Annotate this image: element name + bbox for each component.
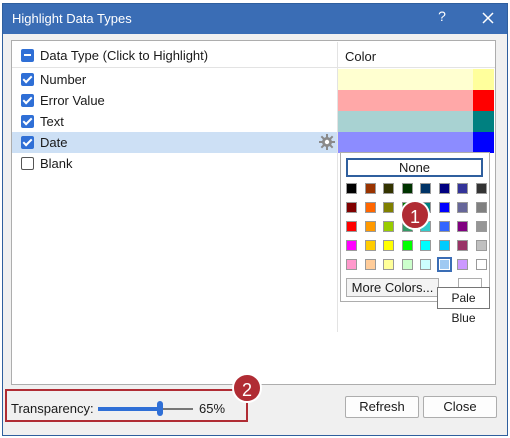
gear-icon[interactable]: [319, 134, 335, 150]
palette-color-cell[interactable]: [457, 202, 468, 213]
data-type-row[interactable]: Text: [12, 111, 337, 132]
step-badge-2: 2: [232, 373, 262, 403]
step-badge-1: 1: [400, 200, 430, 230]
row-checkbox[interactable]: [21, 136, 34, 149]
row-color-accent: [473, 132, 494, 153]
palette-color-cell[interactable]: [401, 183, 413, 194]
palette-color-cell[interactable]: [475, 259, 487, 270]
palette-color-cell[interactable]: [364, 183, 376, 194]
palette-color-cell[interactable]: [475, 202, 487, 213]
row-checkbox[interactable]: [21, 115, 34, 128]
data-type-row[interactable]: Blank: [12, 153, 337, 174]
close-icon[interactable]: [477, 7, 499, 29]
row-checkbox[interactable]: [21, 157, 34, 170]
palette-color-cell[interactable]: [346, 221, 357, 232]
palette-color-cell[interactable]: [475, 221, 487, 232]
dialog-title: Highlight Data Types: [12, 11, 132, 26]
data-type-header-label: Data Type (Click to Highlight): [40, 48, 209, 63]
palette-color-cell[interactable]: [438, 183, 450, 194]
palette-color-cell[interactable]: [346, 240, 357, 251]
palette-color-cell[interactable]: [475, 240, 487, 251]
row-label: Error Value: [40, 93, 105, 108]
data-type-row[interactable]: Date: [12, 132, 337, 153]
palette-color-cell[interactable]: [420, 240, 431, 251]
close-button[interactable]: Close: [423, 396, 497, 418]
palette-color-cell[interactable]: [383, 240, 394, 251]
palette-color-cell[interactable]: [383, 202, 394, 213]
row-color-accent: [473, 69, 494, 90]
row-color-swatch[interactable]: [338, 90, 473, 111]
row-color-accent: [473, 90, 494, 111]
row-checkbox[interactable]: [21, 73, 34, 86]
data-type-row[interactable]: Number: [12, 69, 337, 90]
more-colors-button[interactable]: More Colors...: [346, 278, 439, 297]
palette-color-cell[interactable]: [364, 202, 376, 213]
palette-color-cell[interactable]: [457, 183, 468, 194]
row-label: Date: [40, 135, 68, 150]
palette-color-cell[interactable]: [475, 183, 487, 194]
select-all-header[interactable]: Data Type (Click to Highlight): [12, 45, 337, 66]
palette-color-cell[interactable]: [420, 183, 431, 194]
none-color-button[interactable]: None: [346, 158, 483, 177]
palette-color-cell[interactable]: [420, 259, 431, 270]
palette-color-cell[interactable]: [346, 202, 357, 213]
color-header-label: Color: [345, 49, 377, 64]
palette-color-cell[interactable]: [346, 183, 357, 194]
palette-color-cell[interactable]: [457, 259, 468, 270]
palette-color-cell[interactable]: [457, 240, 468, 251]
palette-color-cell[interactable]: [436, 257, 452, 272]
palette-color-cell[interactable]: [438, 221, 450, 232]
row-color-swatch[interactable]: [338, 111, 473, 132]
palette-color-cell[interactable]: [364, 221, 376, 232]
palette-color-cell[interactable]: [438, 240, 450, 251]
help-icon[interactable]: ?: [433, 8, 451, 28]
title-bar: Highlight Data Types ?: [3, 4, 507, 34]
palette-color-cell[interactable]: [457, 221, 468, 232]
select-all-checkbox[interactable]: [21, 49, 34, 62]
refresh-button[interactable]: Refresh: [345, 396, 419, 418]
palette-color-cell[interactable]: [438, 202, 450, 213]
palette-color-cell[interactable]: [383, 221, 394, 232]
transparency-slider-thumb[interactable]: [156, 401, 163, 416]
color-tooltip: Pale Blue: [437, 287, 490, 325]
row-label: Text: [40, 114, 64, 129]
palette-color-cell[interactable]: [401, 259, 413, 270]
data-type-row[interactable]: Error Value: [12, 90, 337, 111]
header-divider: [12, 67, 495, 68]
row-checkbox[interactable]: [21, 94, 34, 107]
transparency-value: 65%: [199, 401, 226, 416]
row-label: Number: [40, 72, 87, 87]
palette-color-cell[interactable]: [383, 259, 394, 270]
palette-color-cell[interactable]: [383, 183, 394, 194]
row-color-accent: [473, 111, 494, 132]
row-label: Blank: [40, 156, 73, 171]
row-color-swatch[interactable]: [338, 69, 473, 90]
transparency-slider-fill: [98, 407, 160, 411]
transparency-label: Transparency:: [11, 401, 94, 416]
row-color-swatch[interactable]: [338, 132, 473, 153]
palette-color-cell[interactable]: [401, 240, 413, 251]
palette-color-cell[interactable]: [364, 259, 376, 270]
palette-color-cell[interactable]: [346, 259, 357, 270]
palette-color-cell[interactable]: [364, 240, 376, 251]
